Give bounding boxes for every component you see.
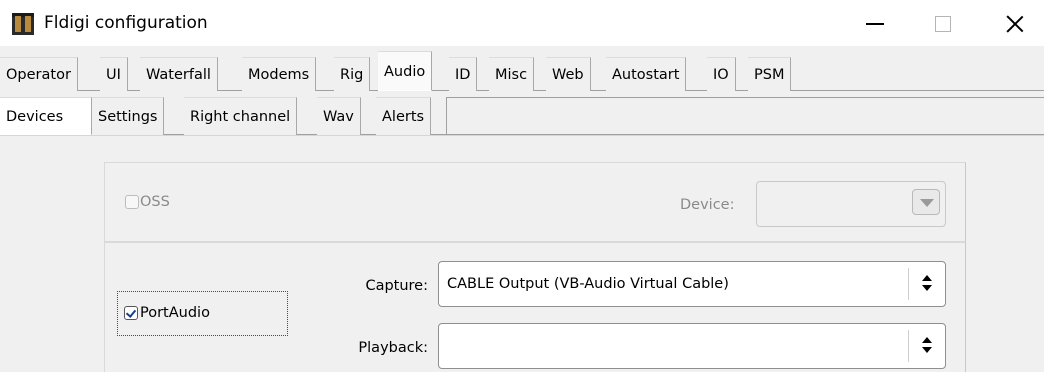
tab-waterfall[interactable]: Waterfall: [140, 57, 218, 91]
main-tab-bar-fill: [807, 57, 1044, 91]
minimize-button[interactable]: [852, 0, 898, 46]
minimize-icon: [866, 23, 884, 25]
audio-sub-tab-bar-fill: [446, 97, 1044, 135]
capture-label: Capture:: [365, 278, 428, 294]
tab-wav[interactable]: Wav: [317, 97, 361, 135]
tab-autostart[interactable]: Autostart: [606, 57, 687, 91]
title-bar: Fldigi configuration: [0, 0, 1044, 46]
oss-device-label: Device:: [680, 197, 735, 213]
close-button[interactable]: [992, 0, 1038, 46]
tab-misc[interactable]: Misc: [489, 57, 535, 91]
tab-web[interactable]: Web: [546, 57, 591, 91]
tab-psm[interactable]: PSM: [748, 57, 792, 91]
tab-operator[interactable]: Operator: [0, 57, 78, 91]
up-down-arrows-icon: [921, 274, 933, 294]
playback-device-select[interactable]: [438, 323, 946, 369]
up-down-arrows-icon: [921, 336, 933, 356]
capture-device-value: CABLE Output (VB-Audio Virtual Cable): [447, 276, 729, 292]
portaudio-checkbox[interactable]: [124, 306, 138, 320]
capture-device-select[interactable]: CABLE Output (VB-Audio Virtual Cable): [438, 261, 946, 307]
chevron-down-icon: [920, 199, 934, 207]
fldigi-app-icon: [12, 13, 34, 35]
maximize-button[interactable]: [920, 0, 966, 46]
tab-rig[interactable]: Rig: [334, 57, 371, 91]
tab-audio[interactable]: Audio: [378, 51, 433, 91]
tab-alerts[interactable]: Alerts: [376, 97, 432, 135]
oss-device-dropdown-button[interactable]: [912, 189, 940, 215]
close-icon: [1006, 15, 1024, 33]
tab-id[interactable]: ID: [449, 57, 478, 91]
window-title: Fldigi configuration: [44, 13, 208, 33]
tab-right-channel[interactable]: Right channel: [184, 97, 298, 135]
tab-modems[interactable]: Modems: [242, 57, 317, 91]
playback-label: Playback:: [358, 340, 428, 356]
portaudio-label: PortAudio: [140, 305, 210, 321]
tab-io[interactable]: IO: [707, 57, 736, 91]
tab-ui[interactable]: UI: [100, 57, 128, 91]
maximize-icon: [935, 16, 951, 32]
tab-settings[interactable]: Settings: [92, 97, 165, 135]
oss-label: OSS: [140, 194, 170, 210]
tab-devices[interactable]: Devices: [0, 97, 92, 135]
oss-checkbox[interactable]: [125, 195, 139, 209]
